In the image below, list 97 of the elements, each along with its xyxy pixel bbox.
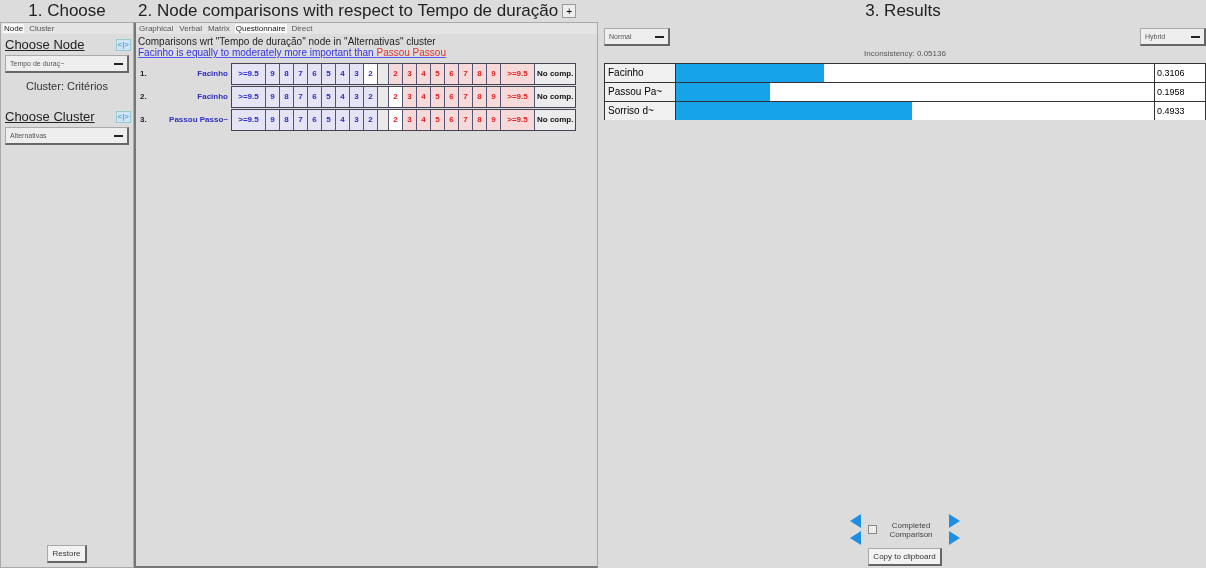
result-name: Facinho [605, 64, 676, 82]
intensity-option[interactable]: 9 [487, 63, 501, 84]
intensity-option[interactable]: 8 [280, 109, 294, 130]
intensity-option[interactable]: 3 [403, 109, 417, 130]
intensity-option[interactable]: 4 [336, 63, 350, 84]
intensity-option[interactable]: 3 [403, 86, 417, 107]
result-value: 0.3106 [1155, 64, 1205, 82]
completed-checkbox[interactable] [868, 525, 877, 534]
intensity-option[interactable]: 9 [266, 63, 280, 84]
intensity-option[interactable]: 4 [417, 109, 431, 130]
intensity-option[interactable]: 6 [445, 109, 459, 130]
tab[interactable]: Verbal [178, 24, 203, 33]
intensity-option[interactable]: 5 [431, 109, 445, 130]
intensity-option[interactable]: 2 [364, 63, 378, 84]
copy-button[interactable]: Copy to clipboard [868, 548, 942, 566]
intensity-option[interactable]: 7 [294, 86, 308, 107]
intensity-option[interactable]: 8 [473, 63, 487, 84]
blank-cell [378, 86, 389, 107]
result-name: Passou Pa~ [605, 83, 676, 101]
intensity-option[interactable]: 5 [431, 63, 445, 84]
intensity-option[interactable]: 4 [336, 109, 350, 130]
result-value: 0.1958 [1155, 83, 1205, 101]
intensity-option[interactable]: 6 [308, 86, 322, 107]
node-name: Facinho [196, 69, 229, 78]
intensity-option[interactable]: 2 [364, 86, 378, 107]
no-comparison-option[interactable]: No comp. [535, 63, 576, 84]
intensity-option[interactable]: 9 [487, 86, 501, 107]
intensity-option[interactable]: 5 [322, 109, 336, 130]
tab[interactable]: Questionnaire [234, 24, 287, 33]
intensity-option[interactable]: 5 [322, 63, 336, 84]
caret-icon [1191, 35, 1200, 38]
intensity-option[interactable]: 3 [403, 63, 417, 84]
result-name: Sorriso d~ [605, 102, 676, 120]
tab[interactable]: Node [3, 24, 25, 33]
intensity-option[interactable]: >=9.5 [232, 63, 266, 84]
intensity-option[interactable]: 6 [308, 109, 322, 130]
result-value: 0.4933 [1155, 102, 1205, 120]
inconsistency-label: Inconsistency: 0.05136 [863, 48, 947, 60]
intensity-option[interactable]: 2 [389, 109, 403, 130]
intensity-option[interactable]: 3 [350, 86, 364, 107]
tab[interactable]: Direct [290, 24, 314, 33]
intensity-option[interactable]: 3 [350, 109, 364, 130]
panel-title: 1. Choose [27, 0, 107, 22]
intensity-option[interactable]: >=9.5 [232, 86, 266, 107]
panel-title: 2. Node comparisons with respect to Tempo de duração [138, 0, 559, 22]
intensity-option[interactable]: 8 [280, 63, 294, 84]
intensity-option[interactable]: 2 [389, 86, 403, 107]
intensity-option[interactable]: 6 [445, 63, 459, 84]
choose-cluster-label: Choose Cluster [5, 109, 95, 124]
intensity-option[interactable]: 6 [445, 86, 459, 107]
verbal-statement: Facinho is equally to moderately more important than Passou Passou [137, 47, 447, 60]
tab[interactable]: Matrix [206, 24, 231, 33]
restore-button[interactable]: Restore [47, 545, 87, 563]
node-name: Passou Passo~ [168, 115, 229, 124]
row-number: 2. [140, 92, 148, 101]
intensity-option[interactable]: 7 [459, 63, 473, 84]
choose-node-label: Choose Node [5, 37, 85, 52]
expand-button[interactable]: + [562, 4, 577, 18]
intensity-option[interactable]: 4 [417, 63, 431, 84]
intensity-option[interactable]: 7 [294, 109, 308, 130]
intensity-option[interactable]: 8 [473, 109, 487, 130]
blank-cell [378, 109, 389, 130]
tab[interactable]: Cluster [28, 24, 56, 33]
row-number: 1. [140, 69, 148, 78]
blank-cell [378, 63, 389, 84]
intensity-option[interactable]: 5 [431, 86, 445, 107]
intensity-option[interactable]: >=9.5 [501, 63, 535, 84]
intensity-option[interactable]: 2 [389, 63, 403, 84]
cluster-label: Cluster: Critérios [25, 79, 109, 94]
node-name: Facinho [196, 92, 229, 101]
tab[interactable]: Graphical [138, 24, 175, 33]
intensity-option[interactable]: 9 [266, 86, 280, 107]
intensity-option[interactable]: 8 [473, 86, 487, 107]
intensity-option[interactable]: 7 [459, 109, 473, 130]
panel-title: 3. Results [864, 0, 942, 22]
intensity-option[interactable]: 5 [322, 86, 336, 107]
intensity-option[interactable]: >=9.5 [501, 86, 535, 107]
intensity-option[interactable]: 4 [336, 86, 350, 107]
comparison-heading: Comparisons wrt "Tempo de duração" node in "Alternativas" cluster [137, 35, 436, 47]
completed-label: Completed Comparison [888, 520, 934, 539]
intensity-option[interactable]: 3 [350, 63, 364, 84]
caret-icon [114, 62, 123, 65]
intensity-option[interactable]: 7 [459, 86, 473, 107]
caret-icon [655, 35, 664, 38]
intensity-option[interactable]: >=9.5 [501, 109, 535, 130]
intensity-option[interactable]: 7 [294, 63, 308, 84]
row-number: 3. [140, 115, 148, 124]
caret-icon [114, 134, 123, 137]
no-comparison-option[interactable]: No comp. [535, 109, 576, 130]
intensity-option[interactable]: 4 [417, 86, 431, 107]
intensity-option[interactable]: 8 [280, 86, 294, 107]
no-comparison-option[interactable]: No comp. [535, 86, 576, 107]
intensity-option[interactable]: 9 [487, 109, 501, 130]
intensity-option[interactable]: 2 [364, 109, 378, 130]
intensity-option[interactable]: 6 [308, 63, 322, 84]
intensity-option[interactable]: >=9.5 [232, 109, 266, 130]
intensity-option[interactable]: 9 [266, 109, 280, 130]
